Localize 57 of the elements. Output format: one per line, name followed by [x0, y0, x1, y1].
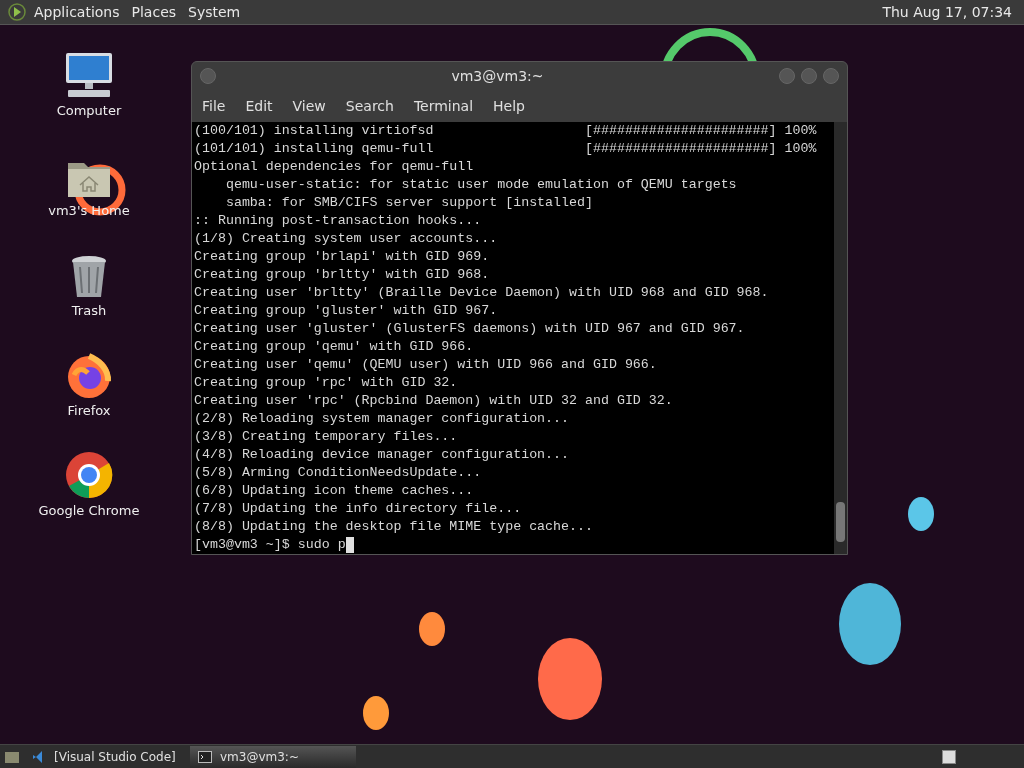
chrome-icon	[65, 450, 113, 499]
terminal-line: (5/8) Arming ConditionNeedsUpdate...	[194, 464, 482, 482]
minimize-button[interactable]	[779, 68, 795, 84]
play-icon	[8, 3, 26, 21]
terminal-line: Creating group 'gluster' with GID 967.	[194, 302, 498, 320]
terminal-icon	[198, 750, 212, 763]
terminal-line: (101/101) installing qemu-full [######################] 100%	[194, 140, 817, 158]
terminal-line: Creating user 'brltty' (Braille Device Daemon) with UID 968 and GID 968.	[194, 284, 769, 302]
bubble-shape	[419, 612, 445, 646]
terminal-line: Creating group 'brltty' with GID 968.	[194, 266, 490, 284]
terminal-line: (3/8) Creating temporary files...	[194, 428, 458, 446]
desktop-icon-label[interactable]: Firefox	[67, 400, 111, 420]
terminal-line: (100/101) installing virtiofsd [######################] 100%	[194, 122, 817, 140]
terminal-line: (6/8) Updating icon theme caches...	[194, 482, 474, 500]
terminal-line: Creating user 'rpc' (Rpcbind Daemon) with UID 32 and GID 32.	[194, 392, 673, 410]
terminal-line: Creating group 'rpc' with GID 32.	[194, 374, 458, 392]
terminal-prompt: [vm3@vm3 ~]$ sudo p	[194, 536, 346, 554]
menu-item[interactable]: View	[292, 95, 326, 117]
terminal-line: Creating user 'gluster' (GlusterFS daemons) with UID 967 and GID 967.	[194, 320, 745, 338]
terminal-line: Creating user 'qemu' (QEMU user) with UID 966 and GID 966.	[194, 356, 657, 374]
terminal-line: :: Running post-transaction hooks...	[194, 212, 482, 230]
terminal-line: (4/8) Reloading device manager configuration...	[194, 446, 570, 464]
bubble-shape	[908, 497, 934, 531]
text-cursor	[345, 537, 354, 553]
menu-item[interactable]: Search	[345, 95, 394, 117]
window-menu-icon[interactable]	[200, 68, 216, 84]
trash-icon	[70, 254, 108, 299]
desktop-icon-label[interactable]: Trash	[71, 300, 107, 320]
close-button[interactable]	[823, 68, 839, 84]
bubble-shape	[363, 696, 389, 730]
terminal-line: (1/8) Creating system user accounts...	[194, 230, 498, 248]
menu-item[interactable]: Edit	[245, 95, 273, 117]
panel-menu[interactable]: Places	[131, 1, 177, 23]
workspace-switcher[interactable]	[942, 749, 956, 764]
scrollbar[interactable]	[834, 122, 847, 554]
terminal-line: (7/8) Updating the info directory file...	[194, 500, 522, 518]
desktop-icon-label[interactable]: Computer	[56, 100, 122, 120]
terminal-line: Creating group 'qemu' with GID 966.	[194, 338, 474, 356]
clock: Thu Aug 17, 07:34	[882, 2, 1012, 22]
terminal-line: Optional dependencies for qemu-full	[194, 158, 474, 176]
menu-item[interactable]: Help	[493, 95, 525, 117]
panel-menu[interactable]: Applications	[34, 1, 120, 23]
window-title: vm3@vm3:~	[450, 66, 545, 86]
terminal-line: Creating group 'brlapi' with GID 969.	[194, 248, 490, 266]
desktop-icon-label[interactable]: Google Chrome	[38, 500, 140, 520]
taskbar-button[interactable]: [Visual Studio Code]	[24, 745, 190, 768]
firefox-icon	[66, 352, 112, 399]
terminal-line: (2/8) Reloading system manager configuration...	[194, 410, 570, 428]
menu-item[interactable]: Terminal	[413, 95, 474, 117]
menu-item[interactable]: File	[202, 95, 226, 117]
panel-menu[interactable]: System	[188, 1, 241, 23]
computer-icon	[64, 50, 114, 99]
terminal-line: qemu-user-static: for static user mode emulation of QEMU targets	[224, 176, 737, 194]
terminal-line: (8/8) Updating the desktop file MIME type cache...	[194, 518, 593, 536]
show-desktop-icon[interactable]	[4, 749, 20, 764]
terminal-line: samba: for SMB/CIFS server support [installed]	[224, 194, 593, 212]
maximize-button[interactable]	[801, 68, 817, 84]
